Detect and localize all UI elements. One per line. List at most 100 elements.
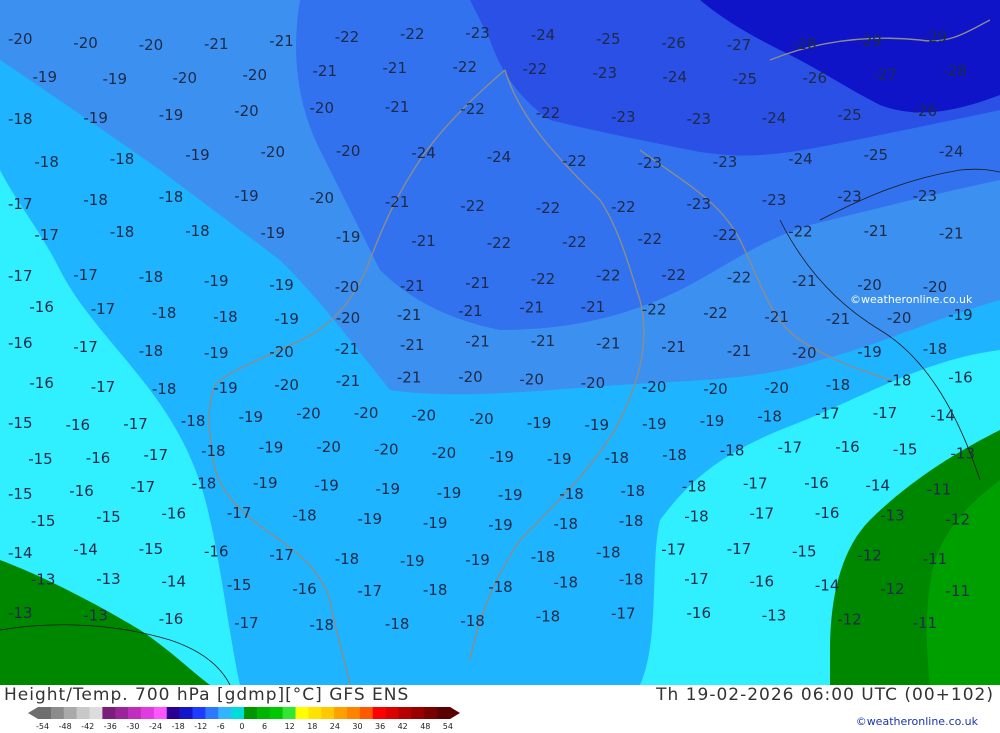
temperature-label: -19: [437, 484, 462, 502]
temperature-label: -23: [593, 64, 618, 82]
temperature-label: -20: [432, 444, 457, 462]
temperature-label: -23: [687, 110, 712, 128]
temperature-label: -18: [923, 340, 948, 358]
temperature-label: -23: [713, 153, 738, 171]
temperature-label: -20: [857, 276, 882, 294]
temperature-label: -21: [581, 298, 606, 316]
temperature-label: -20: [642, 378, 667, 396]
temperature-label: -21: [519, 299, 544, 317]
temperature-label: -13: [762, 606, 787, 624]
temperature-label: -19: [213, 379, 238, 397]
temperature-label: -20: [887, 309, 912, 327]
legend-swatch: [295, 707, 309, 719]
temperature-label: -21: [792, 272, 817, 290]
temperature-label: -22: [523, 60, 548, 78]
temperature-label: -25: [596, 30, 621, 48]
legend-tick-label: 36: [375, 722, 386, 731]
legend-swatch: [192, 707, 206, 719]
temperature-label: -20: [310, 189, 335, 207]
temperature-label: -18: [619, 512, 644, 530]
map-watermark: ©weatheronline.co.uk: [850, 293, 973, 306]
legend-tick-label: -42: [81, 722, 95, 731]
temperature-label: -20: [336, 309, 361, 327]
legend-swatch: [63, 707, 77, 719]
temperature-label: -16: [835, 438, 860, 456]
temperature-label: -19: [33, 68, 58, 86]
temperature-label: -22: [727, 268, 752, 286]
temperature-label: -19: [83, 109, 108, 127]
legend-tick-label: -48: [58, 722, 72, 731]
temperature-label: -20: [234, 102, 259, 120]
temperature-label: -20: [764, 379, 789, 397]
temperature-label: -11: [946, 582, 971, 600]
temperature-label: -17: [91, 378, 116, 396]
temperature-label: -20: [581, 374, 606, 392]
temperature-label: -19: [857, 343, 882, 361]
temperature-label: -14: [815, 576, 840, 594]
temperature-label: -19: [423, 514, 448, 532]
map-title: Height/Temp. 700 hPa [gdmp][°C] GFS ENS: [4, 685, 410, 705]
temperature-label: -22: [611, 198, 636, 216]
temperature-label: -16: [948, 369, 973, 387]
temperature-label: -17: [73, 266, 98, 284]
legend-swatch: [115, 707, 129, 719]
legend-tick-label: 0: [239, 722, 245, 731]
temperature-label: -21: [400, 277, 425, 295]
temperature-label: -17: [778, 439, 803, 457]
legend-swatch: [385, 707, 399, 719]
temperature-label: -21: [411, 232, 436, 250]
legend-swatch: [372, 707, 386, 719]
temperature-label: -21: [939, 224, 964, 242]
temperature-label: -18: [139, 268, 164, 286]
temperature-label: -20: [336, 142, 361, 160]
temperature-label: -22: [788, 223, 813, 241]
legend-arrow-left: [28, 707, 38, 719]
temperature-label: -16: [750, 572, 775, 590]
temperature-label: -13: [951, 444, 976, 462]
temperature-label: -16: [804, 474, 829, 492]
temperature-label: -19: [239, 408, 264, 426]
temperature-label: -24: [531, 26, 556, 44]
temperature-label: -13: [31, 571, 56, 589]
temperature-label: -24: [663, 68, 688, 86]
temperature-label: -21: [661, 338, 686, 356]
legend-tick-label: 18: [307, 722, 318, 731]
temperature-label: -16: [292, 580, 317, 598]
temperature-label: -21: [400, 336, 425, 354]
temperature-label: -20: [269, 343, 294, 361]
legend-swatch: [205, 707, 219, 719]
temperature-label: -21: [335, 340, 360, 358]
temperature-label: -26: [661, 34, 686, 52]
temperature-label: -19: [103, 70, 128, 88]
legend-swatch: [411, 707, 425, 719]
temperature-label: -19: [642, 415, 667, 433]
temperature-label: -18: [559, 485, 584, 503]
temperature-label: -18: [887, 372, 912, 390]
temperature-label: -23: [611, 108, 636, 126]
temperature-label: -18: [213, 308, 238, 326]
temperature-label: -14: [866, 476, 891, 494]
temperature-label: -29: [857, 32, 882, 50]
legend-swatch: [244, 707, 258, 719]
temperature-label: -16: [8, 334, 33, 352]
temperature-label: -16: [86, 449, 111, 467]
temperature-label: -15: [227, 576, 252, 594]
temperature-label: -22: [713, 226, 738, 244]
temperature-label: -18: [619, 571, 644, 589]
temperature-label: -25: [837, 106, 862, 124]
temperature-label: -21: [864, 222, 889, 240]
temperature-label: -18: [192, 475, 217, 493]
temperature-label: -20: [261, 143, 286, 161]
temperature-label: -16: [162, 505, 187, 523]
temperature-label: -24: [762, 109, 787, 127]
temperature-label: -26: [803, 69, 828, 87]
legend-swatch: [218, 707, 232, 719]
temperature-label: -18: [460, 612, 485, 630]
temperature-label: -16: [204, 542, 229, 560]
temperature-label: -17: [144, 446, 169, 464]
temperature-label: -19: [488, 516, 513, 534]
temperature-label: -22: [536, 199, 561, 217]
temperature-label: -19: [269, 276, 294, 294]
temperature-label: -15: [28, 450, 53, 468]
temperature-label: -20: [274, 376, 299, 394]
